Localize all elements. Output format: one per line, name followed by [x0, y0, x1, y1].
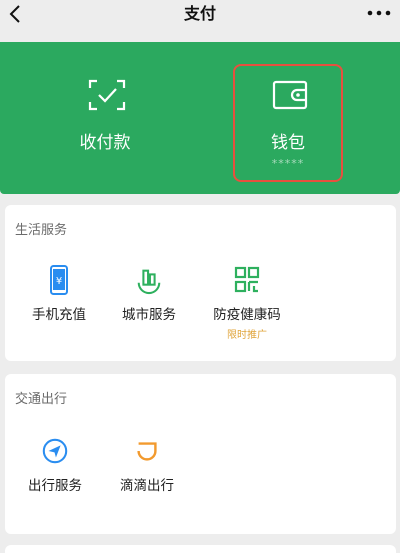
collect-pay-label: 收付款: [79, 133, 131, 153]
service-label: 防疫健康码: [213, 307, 281, 323]
service-label: 滴滴出行: [120, 478, 174, 494]
health-code-button[interactable]: 防疫健康码 限时推广: [197, 265, 297, 341]
collect-pay-button[interactable]: 收付款: [5, 42, 205, 194]
didi-button[interactable]: 滴滴出行: [97, 436, 197, 494]
service-label: 出行服务: [28, 478, 82, 494]
service-label: 手机充值: [32, 307, 86, 323]
travel-service-button[interactable]: 出行服务: [5, 436, 105, 494]
page-title: 支付: [183, 4, 216, 23]
phone-recharge-icon: ¥: [50, 265, 68, 295]
life-services-section: 生活服务 ¥ 手机充值 城市服务 防疫健康码 限时推广: [5, 205, 396, 361]
more-icon[interactable]: [366, 8, 392, 18]
promo-tag: 限时推广: [227, 330, 267, 341]
transportation-section: 交通出行 出行服务 滴滴出行: [5, 374, 396, 534]
city-service-button[interactable]: 城市服务: [99, 265, 199, 323]
scan-check-icon: [88, 79, 126, 111]
city-service-icon: [137, 269, 161, 295]
navigation-icon: [42, 438, 68, 464]
section-title: 生活服务: [15, 223, 68, 238]
nav-bar: 支付: [0, 0, 400, 30]
phone-recharge-button[interactable]: ¥ 手机充值: [9, 265, 109, 323]
section-title: 交通出行: [15, 392, 68, 407]
wallet-highlight-box: [233, 64, 343, 182]
next-section-peek: [5, 545, 396, 553]
qr-code-icon: [234, 266, 260, 293]
service-label: 城市服务: [122, 307, 176, 323]
didi-icon: [137, 442, 157, 461]
svg-text:¥: ¥: [56, 276, 62, 287]
